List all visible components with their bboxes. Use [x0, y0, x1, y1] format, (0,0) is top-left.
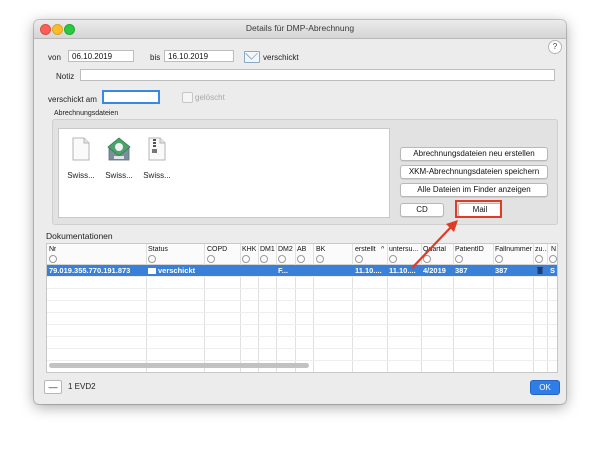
- annotation-arrow-icon: [411, 220, 458, 269]
